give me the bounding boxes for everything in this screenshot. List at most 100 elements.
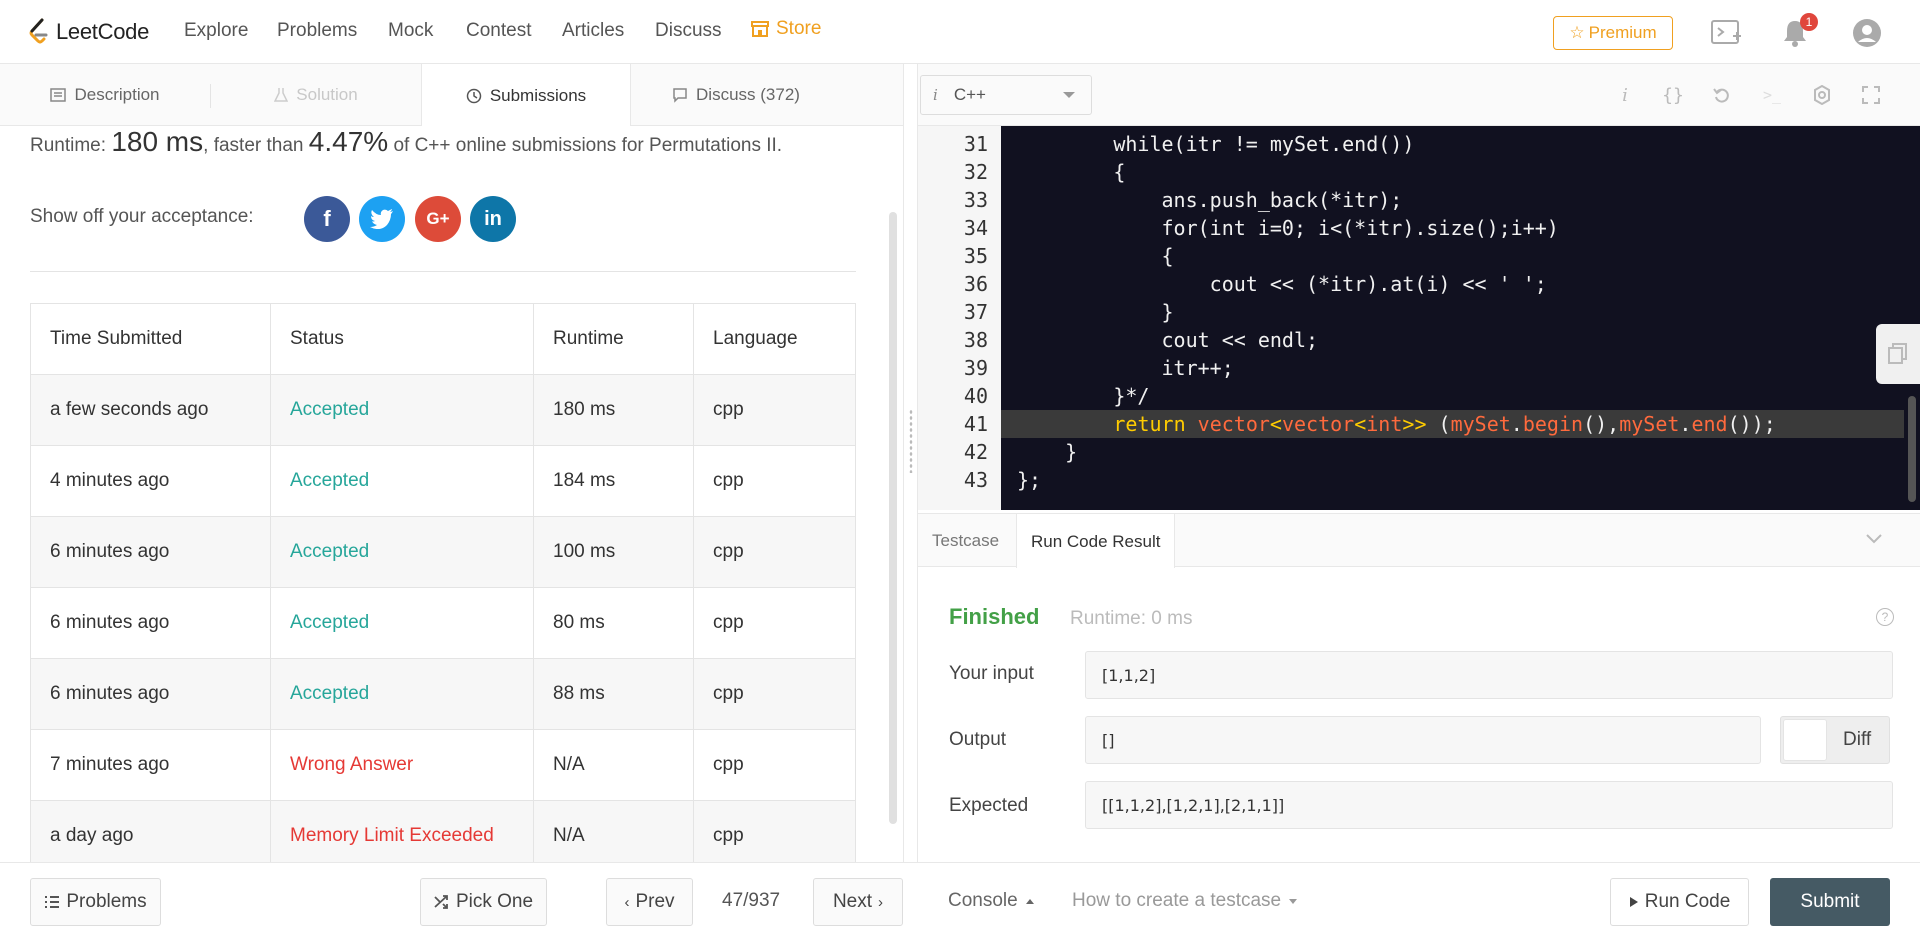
editor-scrollbar[interactable] — [1908, 396, 1916, 502]
leetcode-logo[interactable]: LeetCode — [28, 16, 149, 48]
status-link[interactable]: Accepted — [270, 445, 534, 517]
runtime-cell: N/A — [533, 729, 694, 801]
chevron-left-icon: ‹ — [624, 893, 630, 911]
code-token: begin — [1522, 412, 1584, 436]
linkedin-icon[interactable]: in — [470, 196, 516, 242]
help-icon[interactable]: ? — [1876, 608, 1894, 626]
facebook-icon[interactable]: f — [304, 196, 350, 242]
pick-one-button[interactable]: Pick One — [420, 878, 547, 926]
nav-store[interactable]: Store — [750, 18, 821, 40]
run-code-label: Run Code — [1644, 891, 1731, 912]
code-token: vector — [1281, 412, 1355, 436]
runtime-cell: 184 ms — [533, 445, 694, 517]
column-header[interactable]: Time Submitted — [30, 303, 271, 375]
code-line: 37 } — [918, 298, 1920, 326]
tab-description[interactable]: Description — [0, 64, 210, 126]
language-cell: cpp — [693, 587, 856, 659]
terminal-icon[interactable]: >_ — [1759, 82, 1785, 108]
line-number: 33 — [963, 188, 988, 212]
store-icon — [751, 21, 769, 37]
column-header[interactable]: Runtime — [533, 303, 694, 375]
runtime-prefix: Runtime: — [30, 135, 112, 156]
time-cell: 6 minutes ago — [30, 658, 271, 730]
code-token: int — [1366, 412, 1403, 436]
tab-run-code-result[interactable]: Run Code Result — [1016, 514, 1176, 569]
twitter-icon[interactable] — [359, 196, 405, 242]
flask-icon — [274, 88, 289, 102]
caret-up-icon — [1025, 898, 1034, 904]
nav-explore[interactable]: Explore — [184, 20, 248, 42]
nav-problems[interactable]: Problems — [277, 20, 357, 42]
problem-tabs: Description Solution Submissions Discuss… — [0, 64, 903, 127]
console-label: Console — [948, 890, 1018, 911]
runtime-summary: Runtime: 180 ms, faster than 4.47% of C+… — [30, 126, 782, 158]
fullscreen-icon[interactable] — [1858, 82, 1884, 108]
bottom-bar: Problems Pick One ‹ Prev 47/937 Next › C… — [0, 862, 1920, 940]
braces-icon[interactable]: {} — [1660, 82, 1686, 108]
code-line-active: 41 return vector<vector<int>> (mySet.beg… — [918, 410, 1920, 438]
table-row: 7 minutes ago Wrong Answer N/A cpp — [30, 729, 856, 801]
settings-icon[interactable] — [1809, 82, 1835, 108]
line-number: 41 — [963, 412, 988, 436]
reset-icon[interactable] — [1709, 82, 1735, 108]
tab-submissions[interactable]: Submissions — [421, 64, 631, 127]
submit-button[interactable]: Submit — [1770, 878, 1890, 926]
tab-testcase[interactable]: Testcase — [918, 514, 1013, 568]
language-cell: cpp — [693, 445, 856, 517]
editor-toolbar: i C++ i {} >_ — [918, 64, 1920, 126]
runtime-cell: 88 ms — [533, 658, 694, 730]
playground-icon[interactable] — [1710, 16, 1744, 50]
code-text: }*/ — [1017, 384, 1150, 408]
user-avatar-icon[interactable] — [1850, 16, 1884, 50]
pick-one-label: Pick One — [455, 891, 534, 912]
next-button[interactable]: Next › — [813, 878, 903, 926]
prev-button[interactable]: ‹ Prev — [606, 878, 693, 926]
premium-button[interactable]: ☆ Premium — [1553, 16, 1673, 50]
run-code-button[interactable]: Run Code — [1610, 878, 1749, 926]
clock-icon — [466, 88, 482, 103]
share-label: Show off your acceptance: — [30, 206, 254, 227]
testcase-help-link[interactable]: How to create a testcase — [1072, 890, 1298, 912]
status-link[interactable]: Wrong Answer — [270, 729, 534, 801]
status-link[interactable]: Memory Limit Exceeded — [270, 800, 534, 862]
status-link[interactable]: Accepted — [270, 658, 534, 730]
code-line: 43}; — [918, 466, 1920, 494]
info-icon[interactable]: i — [1612, 82, 1638, 108]
line-number: 42 — [963, 440, 988, 464]
divider — [30, 271, 856, 272]
diff-toggle[interactable]: Diff — [1780, 716, 1890, 764]
language-select[interactable]: i C++ — [920, 75, 1092, 115]
copy-icon[interactable] — [1876, 324, 1920, 384]
nav-mock[interactable]: Mock — [388, 20, 433, 42]
code-text: for(int i=0; i<(*itr).size();i++) — [1017, 216, 1559, 240]
problems-button[interactable]: Problems — [30, 878, 161, 926]
result-status: Finished — [949, 604, 1040, 629]
table-row: a day ago Memory Limit Exceeded N/A cpp — [30, 800, 856, 862]
console-toggle[interactable]: Console — [948, 890, 1034, 912]
nav-store-label: Store — [776, 18, 822, 39]
google-plus-icon[interactable]: G+ — [415, 196, 461, 242]
nav-contest[interactable]: Contest — [466, 20, 531, 42]
tab-discuss[interactable]: Discuss (372) — [631, 64, 841, 126]
code-text: while(itr != mySet.end()) — [1017, 132, 1415, 156]
nav-articles[interactable]: Articles — [562, 20, 624, 42]
line-number: 31 — [963, 132, 988, 156]
top-navbar: LeetCode Explore Problems Mock Contest A… — [0, 0, 1920, 64]
column-header[interactable]: Language — [693, 303, 856, 375]
problems-label: Problems — [66, 891, 147, 912]
status-link[interactable]: Accepted — [270, 516, 534, 588]
panel-splitter[interactable] — [903, 64, 918, 862]
time-cell: a few seconds ago — [30, 374, 271, 446]
code-editor[interactable]: 31 while(itr != mySet.end()) 32 { 33 ans… — [918, 126, 1920, 510]
status-link[interactable]: Accepted — [270, 587, 534, 659]
chevron-right-icon: › — [878, 893, 884, 911]
left-scrollbar[interactable] — [889, 212, 897, 824]
nav-discuss[interactable]: Discuss — [655, 20, 722, 42]
line-number: 36 — [963, 272, 988, 296]
chevron-down-icon[interactable] — [1866, 528, 1882, 549]
status-link[interactable]: Accepted — [270, 374, 534, 446]
tab-solution[interactable]: Solution — [211, 64, 421, 126]
column-header[interactable]: Status — [270, 303, 534, 375]
runtime-value: 180 ms — [111, 126, 204, 157]
table-row: 4 minutes ago Accepted 184 ms cpp — [30, 445, 856, 517]
